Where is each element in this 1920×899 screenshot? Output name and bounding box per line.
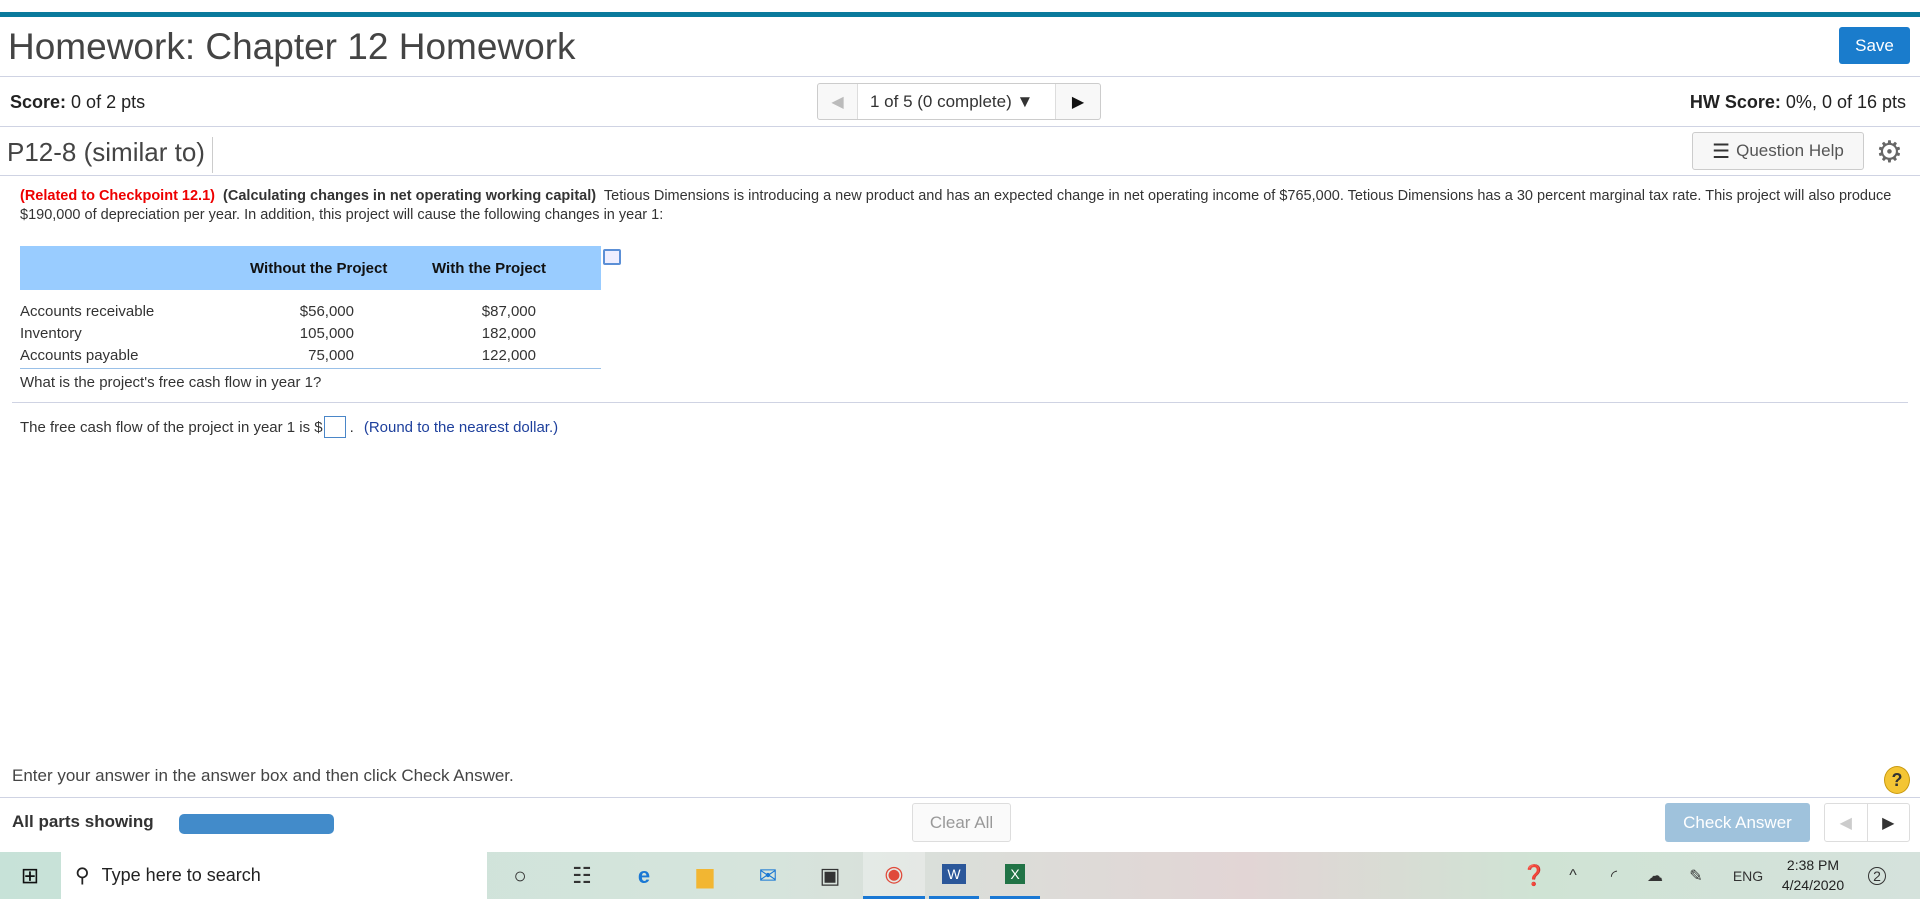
question-help-button[interactable]: ☰ Question Help [1692,132,1864,170]
language-indicator[interactable]: ENG [1732,852,1764,899]
cell-with: 122,000 [481,347,536,364]
edge-icon[interactable]: e [629,852,659,899]
row-label: Accounts payable [20,347,139,364]
part-navigator: ◀ ▶ [1824,803,1910,842]
table-row: Accounts receivable $56,000 $87,000 [20,300,601,322]
table-bottom-border [20,368,601,369]
onedrive-icon[interactable]: ☁ [1643,852,1667,899]
windows-start-icon[interactable]: ⊞ [10,852,50,899]
notification-center-icon[interactable]: 2 [1862,852,1892,899]
next-part-button[interactable]: ▶ [1868,804,1910,841]
divider [0,175,1920,176]
column-header-with: With the Project [432,260,547,277]
question-help-label: Question Help [1736,141,1844,160]
clear-all-button[interactable]: Clear All [912,803,1011,842]
table-row: Inventory 105,000 182,000 [20,322,601,344]
cell-with: 182,000 [481,325,536,342]
related-checkpoint: (Related to Checkpoint 12.1) [20,188,215,204]
help-tray-icon[interactable]: ❓ [1520,852,1548,899]
save-button[interactable]: Save [1839,27,1910,64]
search-icon: ⚲ [75,865,90,887]
answer-suffix: . [349,418,354,436]
mail-icon[interactable]: ✉ [753,852,783,899]
top-accent-bar [0,12,1920,17]
excel-icon[interactable]: X [990,852,1040,899]
question-id: P12-8 (similar to) [7,137,213,173]
check-answer-button[interactable]: Check Answer [1665,803,1810,842]
cell-with: $87,000 [481,303,536,320]
wifi-icon[interactable]: ◜ [1602,852,1626,899]
copy-table-icon[interactable] [603,249,621,265]
column-header-without: Without the Project [250,260,388,277]
help-icon[interactable]: ? [1884,766,1910,794]
data-table: Without the Project With the Project Acc… [20,246,601,369]
file-explorer-icon[interactable]: ▆ [690,852,720,899]
chrome-icon[interactable]: ◉ [863,852,925,899]
answer-prefix: The free cash flow of the project in yea… [20,418,323,436]
page-title: Homework: Chapter 12 Homework [8,26,576,67]
list-icon: ☰ [1712,140,1731,163]
previous-question-button[interactable]: ◀ [818,84,858,119]
notification-count: 2 [1868,866,1886,885]
divider [0,76,1920,77]
question-topic: (Calculating changes in net operating wo… [223,188,597,204]
score-value: 0 of 2 pts [71,92,146,112]
cell-without: 75,000 [308,347,354,364]
row-label: Inventory [20,325,82,342]
divider [0,797,1920,798]
divider [0,126,1920,127]
rounding-hint: (Round to the nearest dollar.) [363,418,559,436]
word-icon[interactable]: W [929,852,979,899]
cell-without: 105,000 [299,325,354,342]
question-navigator: ◀ 1 of 5 (0 complete) ▼ ▶ [817,83,1101,120]
hw-score: HW Score: 0%, 0 of 16 pts [1690,92,1906,113]
store-icon[interactable]: ▣ [815,852,845,899]
question-select-label: 1 of 5 (0 complete) [870,91,1012,111]
divider [12,402,1908,403]
table-header: Without the Project With the Project [20,246,601,290]
cell-without: $56,000 [299,303,354,320]
chevron-left-icon: ◀ [831,93,844,111]
clock[interactable]: 2:38 PM 4/24/2020 [1780,855,1846,895]
cortana-icon[interactable]: ○ [505,852,535,899]
answer-line: The free cash flow of the project in yea… [20,416,558,438]
chevron-up-icon[interactable]: ^ [1563,852,1583,899]
gear-icon[interactable]: ⚙ [1876,135,1903,170]
question-prompt: What is the project's free cash flow in … [20,374,322,391]
question-select[interactable]: 1 of 5 (0 complete) ▼ [858,84,1056,119]
parts-progress-bar [179,814,334,834]
caret-down-icon: ▼ [1016,91,1034,111]
taskbar-search[interactable]: ⚲ Type here to search [61,852,487,899]
hw-score-value: 0%, 0 of 16 pts [1785,92,1906,112]
clock-time: 2:38 PM [1786,857,1840,873]
next-question-button[interactable]: ▶ [1056,84,1100,119]
task-view-icon[interactable]: ☷ [567,852,597,899]
instruction-text: Enter your answer in the answer box and … [12,766,514,785]
score: Score: 0 of 2 pts [10,92,145,113]
pen-icon[interactable]: ✎ [1684,852,1708,899]
previous-part-button[interactable]: ◀ [1825,804,1868,841]
hw-score-label: HW Score: [1689,92,1781,112]
clock-date: 4/24/2020 [1781,877,1845,893]
table-row: Accounts payable 75,000 122,000 [20,344,601,366]
search-placeholder: Type here to search [101,865,261,885]
answer-input[interactable] [323,416,346,438]
score-label: Score: [10,92,67,112]
row-label: Accounts receivable [20,303,155,320]
all-parts-label: All parts showing [12,812,154,831]
chevron-right-icon: ▶ [1071,93,1085,111]
question-text: (Related to Checkpoint 12.1) (Calculatin… [20,187,1900,225]
